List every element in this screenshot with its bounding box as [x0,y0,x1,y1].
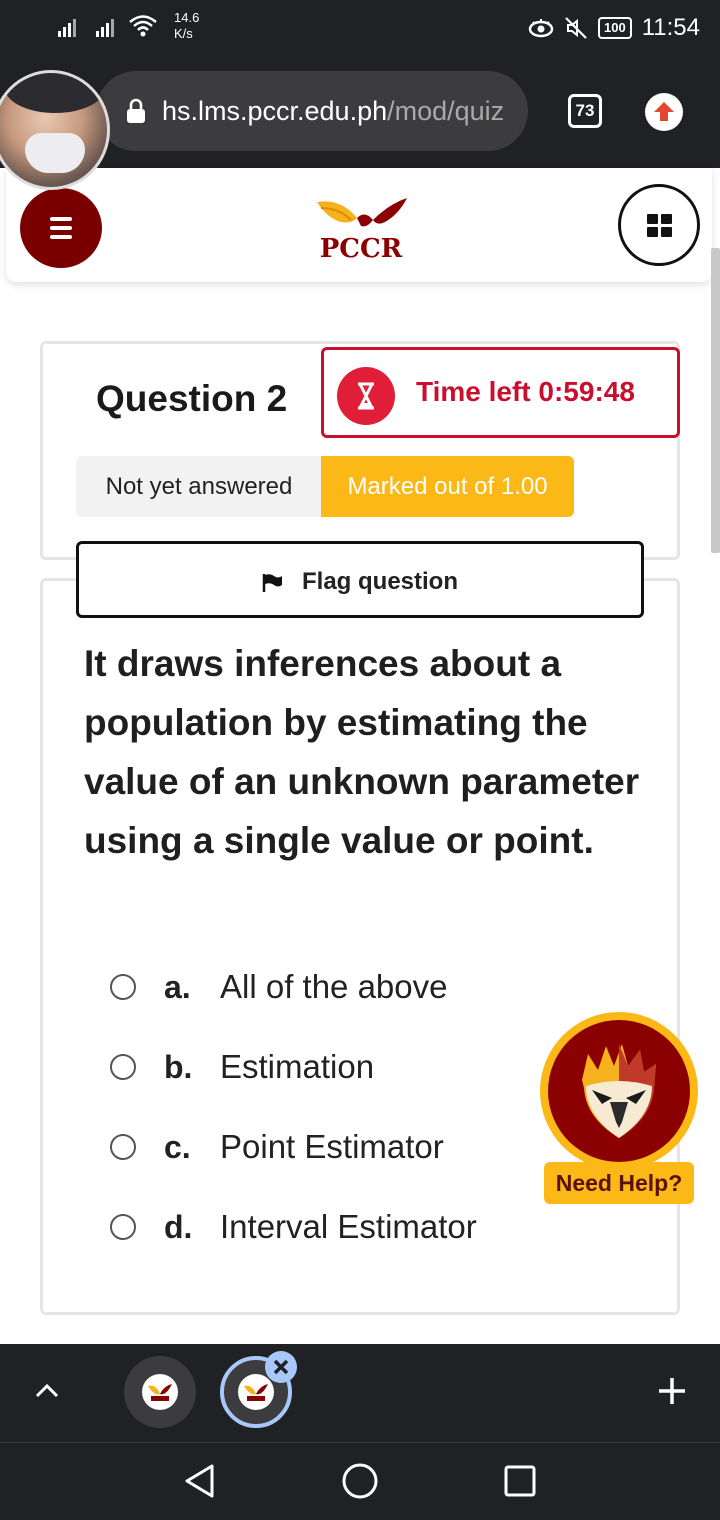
question-text: It draws inferences about a population b… [84,643,640,861]
site-header: PCCR [6,168,712,282]
option-text[interactable]: All of the above [220,968,448,1006]
address-bar[interactable]: hs.lms.pccr.edu.ph/mod/quiz [96,71,528,151]
recents-icon[interactable] [503,1464,537,1498]
close-tab-button[interactable] [265,1351,297,1383]
question-number: Question 2 [96,378,288,419]
status-bar: 14.6 K/s 100 11:54 [0,0,720,58]
option-d[interactable]: d. Interval Estimator [110,1202,477,1252]
option-b[interactable]: b. Estimation [110,1042,374,1092]
answer-status: Not yet answered [76,456,322,517]
wifi-icon [129,15,157,37]
new-tab-plus-icon[interactable] [656,1375,688,1407]
option-letter: d. [164,1208,193,1245]
option-a[interactable]: a. All of the above [110,962,448,1012]
need-help-label[interactable]: Need Help? [544,1162,694,1204]
tab-switcher-button[interactable]: 73 [568,94,602,128]
home-icon[interactable] [341,1462,379,1500]
menu-button[interactable] [20,188,102,268]
option-letter: b. [164,1048,193,1085]
browser-tab-bar [0,1344,720,1442]
upload-button[interactable] [645,93,683,131]
marks-badge: Marked out of 1.00 [321,456,574,517]
signal-icon [58,15,76,37]
lock-icon [127,98,145,123]
mute-icon [565,17,587,39]
radio-button[interactable] [110,1054,136,1080]
eagle-logo-icon [317,198,407,227]
arrow-up-icon [654,102,674,121]
signal-icon-2 [96,15,114,37]
option-letter: c. [164,1128,191,1165]
flag-question-button[interactable]: Flag question [76,541,644,618]
url-text: hs.lms.pccr.edu.ph/mod/quiz [162,95,505,126]
need-help-widget[interactable]: Need Help? [540,1012,700,1208]
hourglass-icon [337,367,395,425]
option-text[interactable]: Point Estimator [220,1128,444,1166]
radio-button[interactable] [110,974,136,1000]
network-speed: 14.6 K/s [174,10,200,41]
page-scrollbar[interactable] [711,248,720,553]
apps-grid-button[interactable] [618,184,700,266]
back-icon[interactable] [182,1463,218,1499]
chevron-up-icon[interactable] [32,1376,62,1406]
pccr-logo[interactable]: PCCR [311,194,411,264]
eye-comfort-icon [528,19,554,38]
flag-question-label: Flag question [302,568,458,595]
pccr-favicon-icon [142,1374,178,1410]
battery-indicator: 100 [598,17,632,39]
option-text[interactable]: Estimation [220,1048,374,1086]
tab-1[interactable] [124,1356,196,1428]
close-icon [273,1359,289,1375]
flag-icon [262,574,282,592]
radio-button[interactable] [110,1214,136,1240]
browser-toolbar: hs.lms.pccr.edu.ph/mod/quiz 73 [0,58,720,168]
status-time: 11:54 [641,14,700,41]
time-left-label: Time left 0:59:48 [416,376,635,407]
quiz-timer: Time left 0:59:48 [321,347,680,438]
system-navigation-bar [0,1442,720,1520]
logo-text: PCCR [319,234,403,264]
eagle-mascot-icon [548,1020,690,1162]
option-letter: a. [164,968,191,1005]
option-text[interactable]: Interval Estimator [220,1208,477,1246]
radio-button[interactable] [110,1134,136,1160]
option-c[interactable]: c. Point Estimator [110,1122,444,1172]
grid-icon [646,213,672,237]
